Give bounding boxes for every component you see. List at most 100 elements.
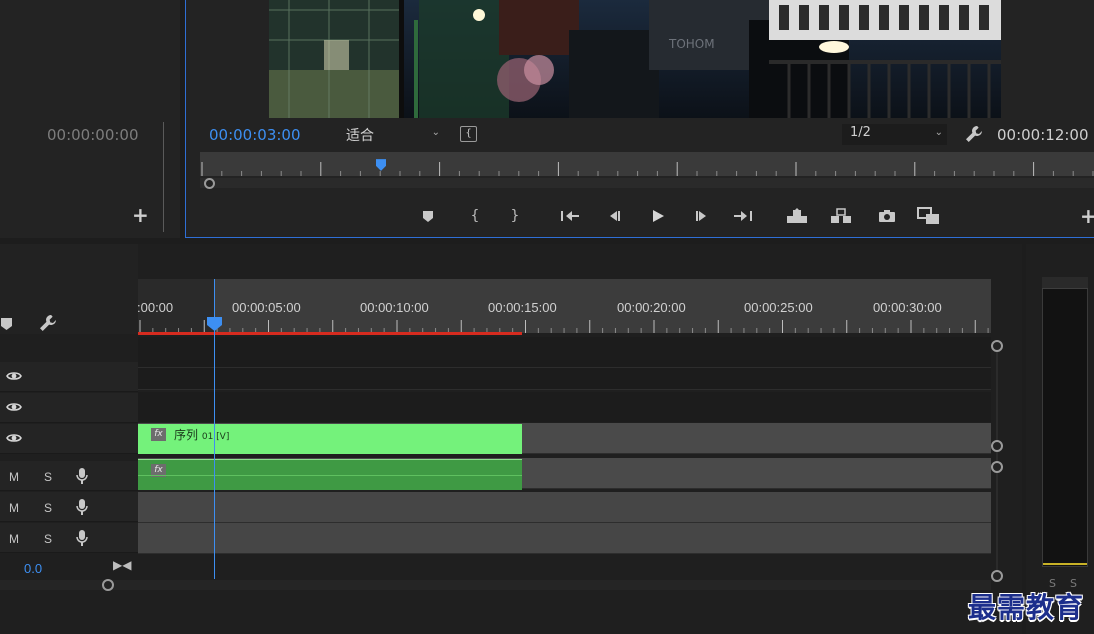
solo-button[interactable]: S <box>44 501 52 515</box>
mix-volume-value[interactable]: 0.0 <box>24 561 42 576</box>
program-timecode[interactable]: 00:00:03:00 <box>209 126 301 144</box>
mute-button[interactable]: M <box>9 470 19 484</box>
track-header-a2: M S <box>0 492 138 522</box>
audio-meter <box>1042 277 1088 567</box>
ruler-label: 00:00:30:00 <box>873 300 942 315</box>
track-lane-v3[interactable] <box>138 337 991 368</box>
track-header-a1: M S <box>0 461 138 491</box>
go-to-out-button[interactable] <box>731 205 755 227</box>
horizontal-scroll-bar[interactable] <box>0 580 991 590</box>
ruler-label: 00:00:10:00 <box>360 300 429 315</box>
mark-in-icon: { <box>470 208 480 224</box>
camera-icon <box>879 210 895 222</box>
resolution-select[interactable]: 1/2 ⌄ <box>842 124 947 145</box>
horizontal-scroll-handle[interactable] <box>102 579 114 591</box>
go-to-out-icon <box>734 211 752 221</box>
source-timecode[interactable]: 00:00:00:00 <box>47 126 139 144</box>
go-to-in-icon <box>561 211 579 221</box>
step-back-button[interactable] <box>602 205 626 227</box>
ruler-label: 00:00:20:00 <box>617 300 686 315</box>
audio-meter-header <box>1042 277 1088 289</box>
eye-icon[interactable] <box>6 370 22 382</box>
comparison-view-button[interactable] <box>917 205 941 227</box>
extract-icon <box>831 208 851 223</box>
timeline-playhead[interactable] <box>207 317 222 331</box>
lift-button[interactable] <box>785 205 809 227</box>
mark-out-button[interactable]: } <box>503 205 527 227</box>
eye-icon[interactable] <box>6 401 22 413</box>
fit-select-value: 适合 <box>346 128 374 144</box>
track-header-v1 <box>0 424 138 454</box>
trim-mode-button[interactable]: { <box>460 126 477 142</box>
microphone-icon[interactable] <box>76 468 88 484</box>
audio-scroll-handle-bottom[interactable] <box>991 570 1003 582</box>
video-clip[interactable]: fx 序列 01 [V] <box>138 424 522 454</box>
mix-bowtie-icon[interactable]: ▶◀ <box>113 558 131 572</box>
audio-clip[interactable]: fx <box>138 459 522 490</box>
wrench-icon[interactable] <box>964 124 984 144</box>
source-monitor <box>0 0 180 238</box>
ruler-label: :00:00 <box>137 300 174 315</box>
extract-button[interactable] <box>829 205 853 227</box>
watermark-logo: 最需教育 <box>968 591 1085 624</box>
track-lane-a2[interactable] <box>138 492 991 523</box>
track-lane-spacer <box>138 392 991 422</box>
chevron-down-icon: ⌄ <box>431 127 440 138</box>
marker-icon <box>423 211 433 222</box>
program-duration: 00:00:12:00 <box>997 126 1089 144</box>
play-button[interactable] <box>646 205 670 227</box>
video-preview: TOHOM <box>269 0 1001 118</box>
microphone-icon[interactable] <box>76 530 88 546</box>
video-clip-name: 序列 <box>174 428 199 442</box>
lift-icon <box>787 208 807 223</box>
fx-badge[interactable]: fx <box>151 428 166 441</box>
play-icon <box>653 210 664 222</box>
audio-waveform-line <box>138 475 522 476</box>
transport-add-button[interactable]: + <box>1080 204 1094 228</box>
step-forward-icon <box>696 211 706 221</box>
fit-select[interactable]: 适合 ⌄ <box>340 124 444 145</box>
program-scrub-bar[interactable] <box>200 152 1094 176</box>
audio-meter-peak <box>1043 563 1087 565</box>
go-to-in-button[interactable] <box>558 205 582 227</box>
source-add-button[interactable]: + <box>132 205 149 225</box>
add-marker-icon[interactable] <box>0 316 14 330</box>
video-clip-suffix: 01 [V] <box>201 432 230 442</box>
video-scroll-handle-bottom[interactable] <box>991 440 1003 452</box>
comparison-view-icon <box>917 207 939 224</box>
audio-scroll-handle-top[interactable] <box>991 461 1003 473</box>
step-back-icon <box>610 211 620 221</box>
source-divider <box>163 122 164 232</box>
eye-icon[interactable] <box>6 432 22 444</box>
track-header-v2 <box>0 393 138 423</box>
mark-in-button[interactable]: { <box>463 205 487 227</box>
add-marker-button[interactable] <box>416 205 440 227</box>
track-header-a3: M S <box>0 523 138 553</box>
ruler-label: 00:00:05:00 <box>232 300 301 315</box>
track-lane-a3[interactable] <box>138 523 991 554</box>
timeline-header-controls <box>0 244 138 334</box>
work-area-bar[interactable] <box>138 332 522 335</box>
video-scroll-handle-top[interactable] <box>991 340 1003 352</box>
chevron-down-icon: ⌄ <box>934 127 943 138</box>
export-frame-button[interactable] <box>875 205 899 227</box>
program-playhead[interactable] <box>376 159 386 171</box>
microphone-icon[interactable] <box>76 499 88 515</box>
track-header-v3 <box>0 362 138 392</box>
zoom-handle[interactable] <box>204 178 215 189</box>
mark-out-icon: } <box>510 208 520 224</box>
ruler-label: 00:00:15:00 <box>488 300 557 315</box>
mute-button[interactable]: M <box>9 532 19 546</box>
solo-button[interactable]: S <box>44 532 52 546</box>
resolution-select-value: 1/2 <box>850 125 871 140</box>
program-scrub-ticks <box>201 162 1094 176</box>
svg-text:TOHOM: TOHOM <box>668 37 715 51</box>
track-lane-v2[interactable] <box>138 368 991 390</box>
program-zoom-bar[interactable] <box>200 178 1094 189</box>
solo-button[interactable]: S <box>44 470 52 484</box>
ruler-label: 00:00:25:00 <box>744 300 813 315</box>
mute-button[interactable]: M <box>9 501 19 515</box>
timeline-settings-wrench-icon[interactable] <box>38 313 58 333</box>
video-clip-label: 序列 01 [V] <box>174 426 229 443</box>
step-forward-button[interactable] <box>690 205 714 227</box>
